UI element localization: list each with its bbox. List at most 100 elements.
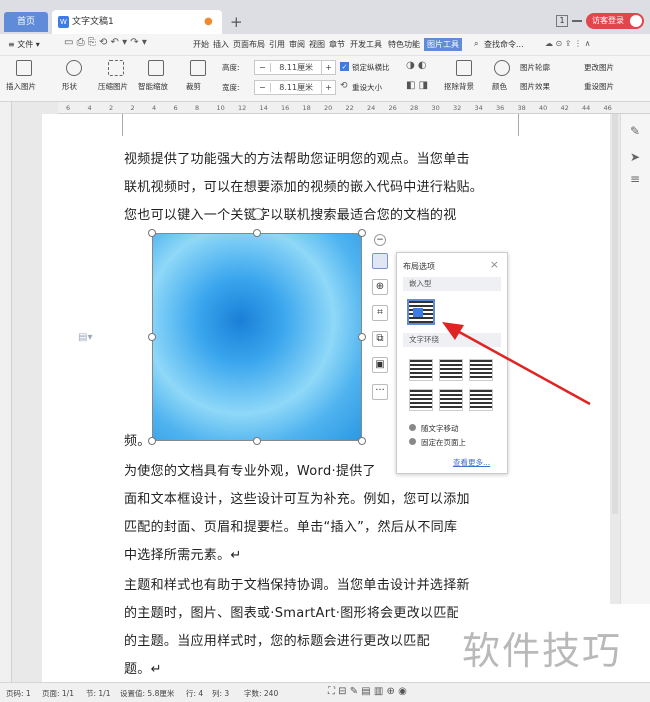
- change-picture-button[interactable]: 更改图片: [584, 62, 614, 73]
- menu-insert[interactable]: 插入: [213, 39, 229, 50]
- rotate-handle-icon[interactable]: [252, 208, 264, 220]
- avatar: [630, 15, 642, 27]
- resize-handle[interactable]: [148, 333, 156, 341]
- tab-home[interactable]: 首页: [4, 12, 48, 32]
- compress-picture-button[interactable]: 压缩图片: [98, 81, 128, 92]
- ruler-tick-label: 32: [453, 104, 462, 112]
- smart-scale-icon[interactable]: [148, 60, 164, 76]
- smart-scale-button[interactable]: 智能缩放: [138, 81, 168, 92]
- reset-picture-button[interactable]: 重设图片: [584, 81, 614, 92]
- picture-effects-button[interactable]: 图片效果: [520, 81, 550, 92]
- status-bar: 页码: 1 页面: 1/1 节: 1/1 设置值: 5.8厘米 行: 4 列: …: [0, 682, 650, 702]
- status-col: 列: 3: [212, 689, 230, 698]
- flip-icons[interactable]: ◧ ◨: [406, 80, 428, 91]
- status-pages[interactable]: 页面: 1/1: [42, 688, 74, 699]
- new-tab-button[interactable]: +: [230, 12, 243, 32]
- see-more-link[interactable]: 查看更多...: [453, 457, 490, 468]
- menu-view[interactable]: 视图: [309, 39, 325, 50]
- layout-options-icon[interactable]: [372, 253, 388, 269]
- paragraph-line[interactable]: 联机视频时，可以在想要添加的视频的嵌入代码中进行粘贴。: [124, 176, 483, 195]
- compress-icon[interactable]: [108, 60, 124, 76]
- paragraph-line[interactable]: 面和文本框设计，这些设计可互为补充。例如，您可以添加: [124, 488, 470, 507]
- crop-button[interactable]: 裁剪: [186, 81, 201, 92]
- shape-icon[interactable]: [66, 60, 82, 76]
- menu-review[interactable]: 审阅: [289, 39, 305, 50]
- menu-reference[interactable]: 引用: [269, 39, 285, 50]
- resize-handle[interactable]: [148, 229, 156, 237]
- collapse-icon[interactable]: −: [374, 234, 386, 246]
- menu-features[interactable]: 特色功能: [388, 39, 420, 50]
- pen-icon[interactable]: ✎: [630, 124, 640, 138]
- shape-button[interactable]: 形状: [62, 81, 77, 92]
- menu-start[interactable]: 开始: [193, 39, 209, 50]
- width-field[interactable]: − 8.11厘米 +: [254, 80, 336, 95]
- paragraph-line[interactable]: 题。↵: [124, 658, 162, 677]
- resize-handle[interactable]: [253, 229, 261, 237]
- menu-section[interactable]: 章节: [329, 39, 345, 50]
- crop-tool-icon[interactable]: ⌗: [372, 305, 388, 321]
- search-icon[interactable]: ⌕: [474, 39, 478, 49]
- color-icon[interactable]: [494, 60, 510, 76]
- paragraph-line[interactable]: 为使您的文档具有专业外观，Word·提供了: [124, 460, 376, 479]
- status-page-number[interactable]: 页码: 1: [6, 688, 31, 699]
- resize-handle[interactable]: [358, 229, 366, 237]
- toolbar-right-icons[interactable]: ☁ ⊙ ⇪ ⋮ ∧: [545, 39, 590, 48]
- crop-icon[interactable]: [190, 60, 206, 76]
- reset-size-icon[interactable]: ⟲: [340, 81, 348, 91]
- resize-handle[interactable]: [253, 437, 261, 445]
- close-icon[interactable]: ×: [490, 258, 499, 271]
- menu-file[interactable]: ≡ 文件 ▾: [8, 39, 40, 50]
- paragraph-line[interactable]: 的主题时，图片、图表或·SmartArt·图形将会更改以匹配新: [124, 602, 473, 621]
- ruler-tick-label: 26: [388, 104, 397, 112]
- watermark-text: 软件技巧: [462, 629, 623, 673]
- paragraph-line[interactable]: 匹配的封面、页眉和提要栏。单击“插入”，然后从不同库: [124, 516, 457, 535]
- window-count-badge[interactable]: 1: [556, 15, 568, 27]
- tab-document[interactable]: W 文字文稿1 ●: [52, 10, 222, 34]
- scrollbar[interactable]: [612, 114, 618, 514]
- settings-sliders-icon[interactable]: ≡: [630, 172, 640, 186]
- radio-fixed-on-page[interactable]: [409, 438, 416, 445]
- unsaved-dot-icon: ●: [204, 16, 213, 27]
- menu-developer[interactable]: 开发工具: [350, 39, 382, 50]
- reset-size-button[interactable]: 重设大小: [352, 82, 382, 93]
- selected-picture[interactable]: [152, 233, 362, 441]
- paragraph-line[interactable]: 您也可以键入一个关键字以联机搜索最适合您的文档的视: [124, 204, 457, 223]
- menu-page-layout[interactable]: 页面布局: [233, 39, 265, 50]
- ruler-tick-label: 6: [66, 104, 71, 112]
- rotate-icons[interactable]: ◑ ◐: [406, 60, 427, 71]
- height-field[interactable]: − 8.11厘米 +: [254, 60, 336, 75]
- picture-convert-icon[interactable]: ▣: [372, 357, 388, 373]
- resize-handle[interactable]: [148, 437, 156, 445]
- remove-background-button[interactable]: 抠除背景: [444, 81, 474, 92]
- picture-outline-button[interactable]: 图片轮廓: [520, 62, 550, 73]
- radio-move-with-text[interactable]: [409, 424, 416, 431]
- view-mode-icons[interactable]: ⛶ ⊟ ✎ ▤ ▥ ⊕ ◉: [328, 686, 407, 697]
- visitor-login-button[interactable]: 访客登录: [586, 13, 644, 29]
- paragraph-marker-icon[interactable]: ▤▾: [78, 332, 92, 343]
- remove-background-icon[interactable]: [456, 60, 472, 76]
- paragraph-line[interactable]: 中选择所需元素。↵: [124, 544, 242, 563]
- more-tools-icon[interactable]: ···: [372, 384, 388, 400]
- resize-handle[interactable]: [358, 437, 366, 445]
- quick-access-icons[interactable]: ▭ ⎙ ⎘ ⟲ ↶ ▾ ↷ ▾: [64, 37, 147, 48]
- lock-ratio-checkbox[interactable]: ✓: [340, 62, 349, 71]
- margin-marker: [122, 114, 123, 136]
- insert-picture-button[interactable]: 插入图片: [6, 81, 36, 92]
- insert-picture-icon[interactable]: [16, 60, 32, 76]
- paragraph-line[interactable]: 视频提供了功能强大的方法帮助您证明您的观点。当您单击: [124, 148, 470, 167]
- copy-picture-icon[interactable]: ⧉: [372, 331, 388, 347]
- menu-picture-tools[interactable]: 图片工具: [424, 38, 462, 51]
- paragraph-line[interactable]: 主题和样式也有助于文档保持协调。当您单击设计并选择新: [124, 574, 470, 593]
- move-with-text-label: 随文字移动: [421, 424, 459, 433]
- vertical-ruler[interactable]: [0, 102, 12, 682]
- tab-document-title: 文字文稿1: [72, 17, 114, 27]
- color-button[interactable]: 颜色: [492, 81, 507, 92]
- cursor-icon[interactable]: ➤: [630, 150, 640, 164]
- paragraph-line[interactable]: 的主题。当应用样式时，您的标题会进行更改以匹配: [124, 630, 430, 649]
- horizontal-ruler[interactable]: 6 4 2 2 4 6 8 10 12 14 16 18 20 22 24 26 28 30 32 34 36 38 40 4…: [58, 102, 650, 114]
- zoom-icon[interactable]: ⊕: [372, 279, 388, 295]
- paragraph-line[interactable]: 频。: [124, 430, 151, 449]
- status-word-count[interactable]: 字数: 240: [244, 688, 278, 699]
- command-search[interactable]: 查找命令...: [484, 39, 524, 50]
- resize-handle[interactable]: [358, 333, 366, 341]
